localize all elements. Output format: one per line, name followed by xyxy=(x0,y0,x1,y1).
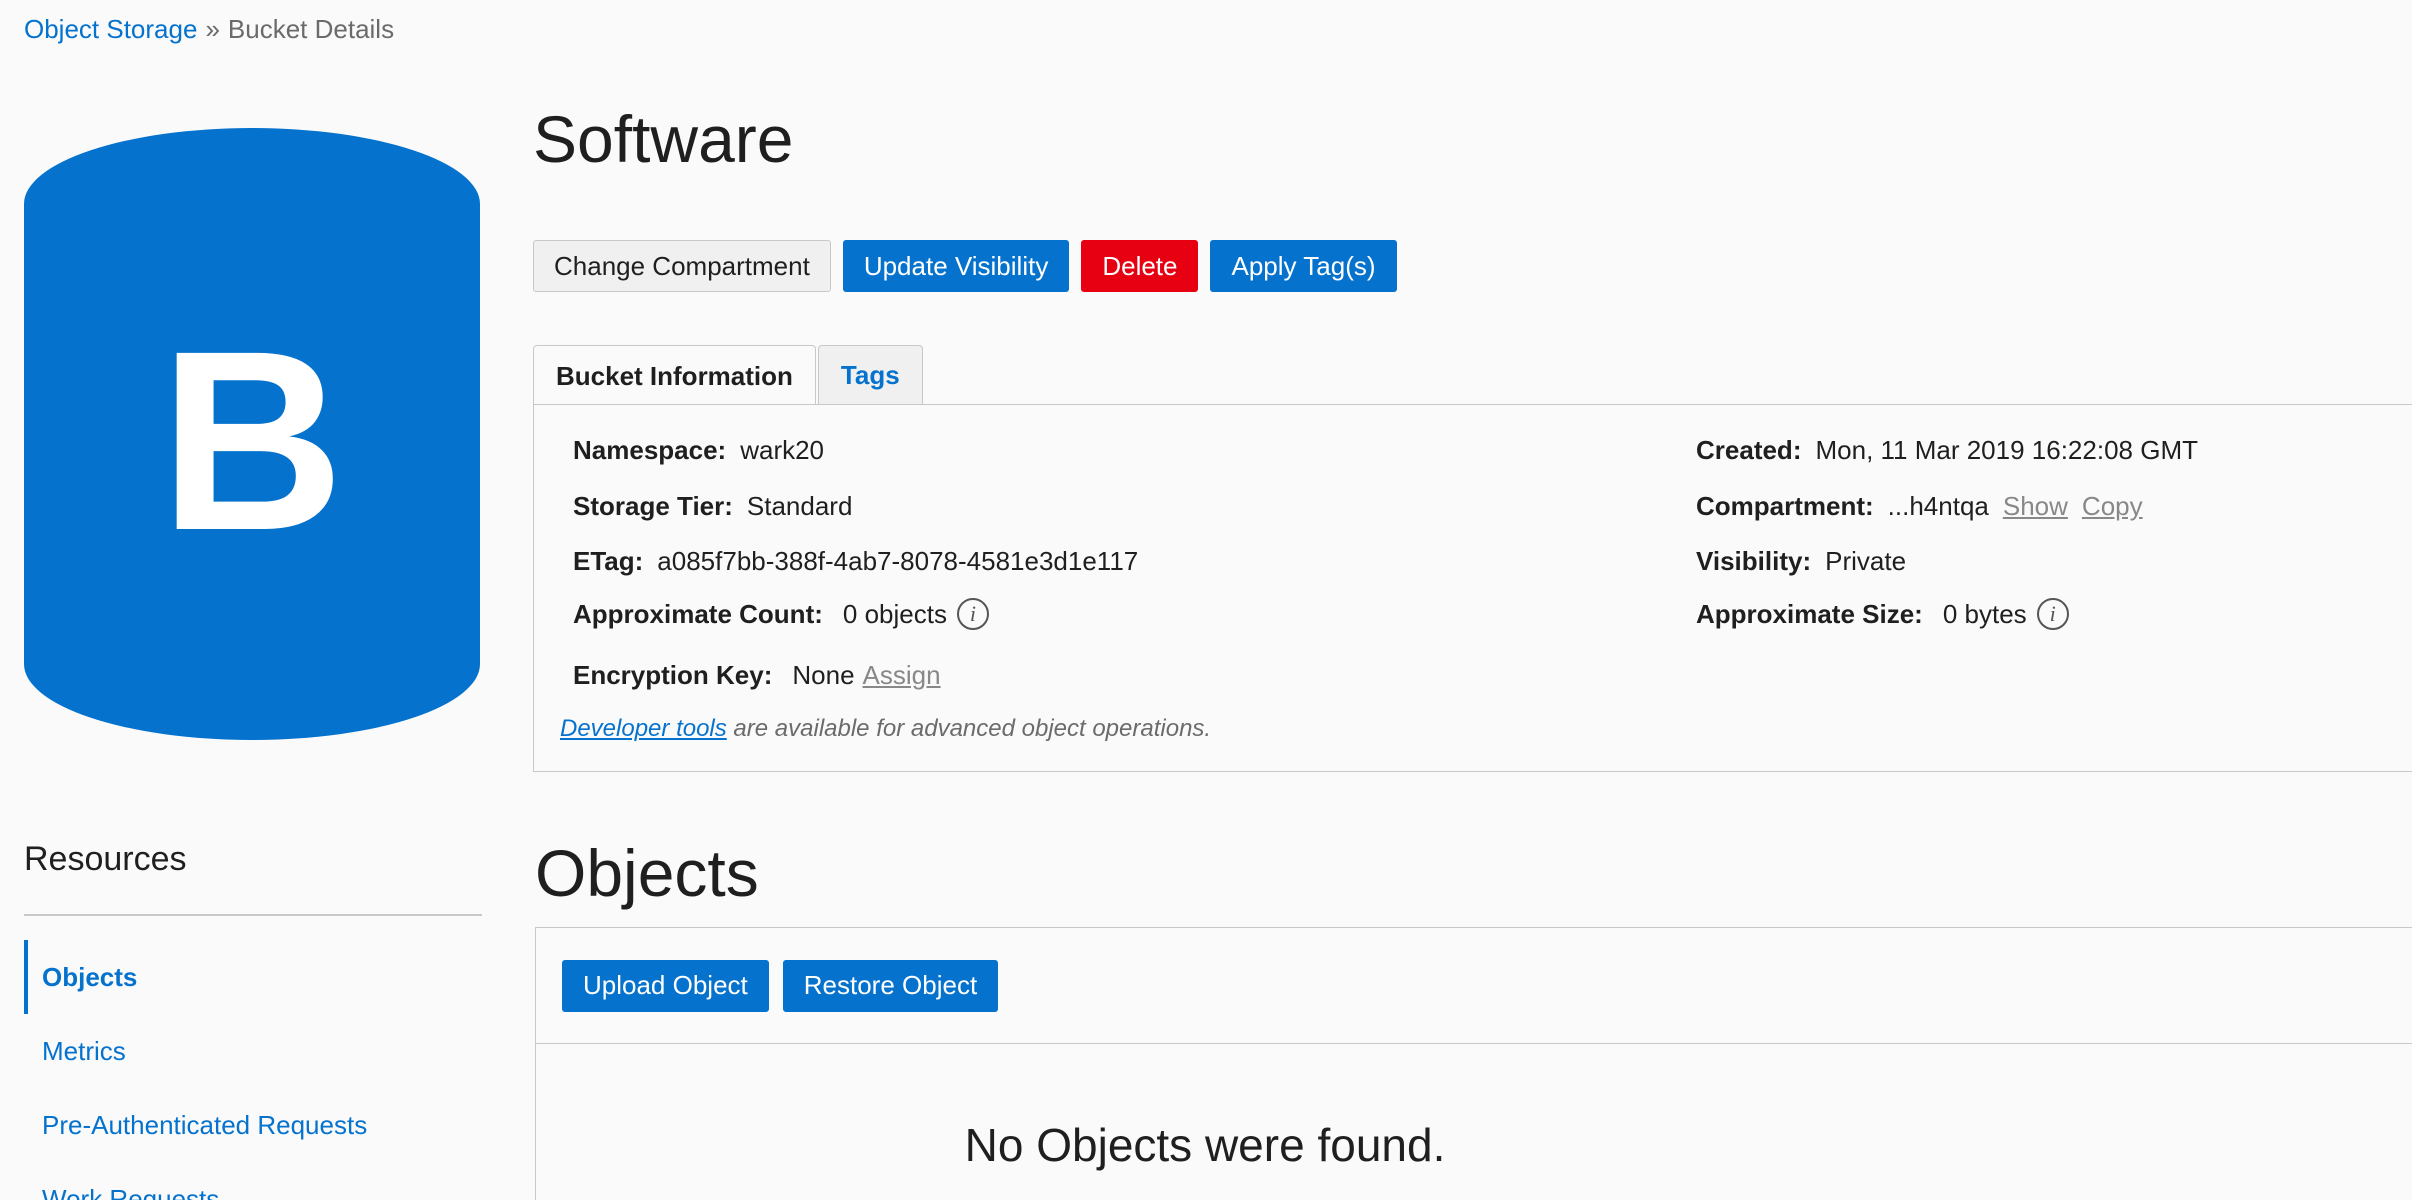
developer-tools-text: are available for advanced object operat… xyxy=(726,715,1212,742)
etag-row: ETag: a085f7bb-388f-4ab7-8078-4581e3d1e1… xyxy=(573,546,1138,577)
info-icon[interactable]: i xyxy=(956,598,989,630)
approximate-size-row: Approximate Size: 0 bytes i xyxy=(1696,598,2069,630)
visibility-label: Visibility: xyxy=(1696,546,1812,576)
created-row: Created: Mon, 11 Mar 2019 16:22:08 GMT xyxy=(1696,435,2198,466)
tab-bucket-information[interactable]: Bucket Information xyxy=(533,345,816,406)
compartment-value: ...h4ntqa xyxy=(1887,491,1989,521)
storage-tier-row: Storage Tier: Standard xyxy=(573,491,852,522)
resources-title: Resources xyxy=(24,840,187,878)
bucket-actions: Change Compartment Update Visibility Del… xyxy=(533,240,1397,292)
bucket-logo: B xyxy=(24,128,480,740)
storage-tier-label: Storage Tier: xyxy=(573,491,733,521)
upload-object-button[interactable]: Upload Object xyxy=(562,959,769,1012)
breadcrumb-current: Bucket Details xyxy=(227,14,395,44)
breadcrumb-separator: » xyxy=(205,14,220,44)
encryption-key-value: None xyxy=(792,660,855,690)
objects-toolbar: Upload Object Restore Object xyxy=(536,928,2412,1044)
compartment-label: Compartment: xyxy=(1696,491,1874,521)
encryption-key-row: Encryption Key: None Assign xyxy=(573,660,941,691)
breadcrumb: Object Storage » Bucket Details xyxy=(24,14,394,45)
approximate-size-value: 0 bytes xyxy=(1942,598,2027,629)
namespace-value: wark20 xyxy=(740,435,825,465)
namespace-label: Namespace: xyxy=(573,435,727,465)
bucket-logo-letter: B xyxy=(159,298,345,584)
assign-encryption-key-link[interactable]: Assign xyxy=(863,660,941,691)
breadcrumb-object-storage-link[interactable]: Object Storage xyxy=(24,14,197,44)
copy-compartment-link[interactable]: Copy xyxy=(2082,491,2143,522)
resource-item-objects[interactable]: Objects xyxy=(24,940,482,1014)
info-icon[interactable]: i xyxy=(2036,598,2069,630)
show-compartment-link[interactable]: Show xyxy=(2003,491,2068,522)
approximate-count-row: Approximate Count: 0 objects i xyxy=(573,598,989,630)
developer-tools-note: Developer tools are available for advanc… xyxy=(560,715,1211,743)
apply-tags-button[interactable]: Apply Tag(s) xyxy=(1210,240,1397,292)
etag-value: a085f7bb-388f-4ab7-8078-4581e3d1e117 xyxy=(657,546,1139,576)
bucket-information-panel: Namespace: wark20 Storage Tier: Standard… xyxy=(533,404,2412,772)
resources-divider xyxy=(24,914,482,916)
etag-label: ETag: xyxy=(573,546,644,576)
restore-object-button[interactable]: Restore Object xyxy=(782,959,999,1012)
visibility-value: Private xyxy=(1825,546,1907,576)
storage-tier-value: Standard xyxy=(746,491,853,521)
visibility-row: Visibility: Private xyxy=(1696,546,1906,577)
approximate-count-label: Approximate Count: xyxy=(573,598,823,629)
created-value: Mon, 11 Mar 2019 16:22:08 GMT xyxy=(1815,435,2198,465)
no-objects-message: No Objects were found. xyxy=(964,1119,1446,1171)
bucket-details-page: Object Storage » Bucket Details B Software… xyxy=(0,0,2412,1200)
compartment-row: Compartment: ...h4ntqa Show Copy xyxy=(1696,491,2143,522)
change-compartment-button[interactable]: Change Compartment xyxy=(533,240,831,292)
encryption-key-label: Encryption Key: xyxy=(573,660,773,690)
objects-title: Objects xyxy=(535,836,759,910)
namespace-row: Namespace: wark20 xyxy=(573,435,824,466)
approximate-count-value: 0 objects xyxy=(842,598,947,629)
created-label: Created: xyxy=(1696,435,1802,465)
details-tabs: Bucket Information Tags xyxy=(533,345,925,406)
update-visibility-button[interactable]: Update Visibility xyxy=(842,240,1070,292)
page-title: Software xyxy=(533,102,794,176)
approximate-size-label: Approximate Size: xyxy=(1696,598,1923,629)
developer-tools-link[interactable]: Developer tools xyxy=(560,715,727,742)
tab-tags[interactable]: Tags xyxy=(817,345,923,405)
resource-item-metrics[interactable]: Metrics xyxy=(24,1014,482,1088)
delete-button[interactable]: Delete xyxy=(1081,240,1199,292)
